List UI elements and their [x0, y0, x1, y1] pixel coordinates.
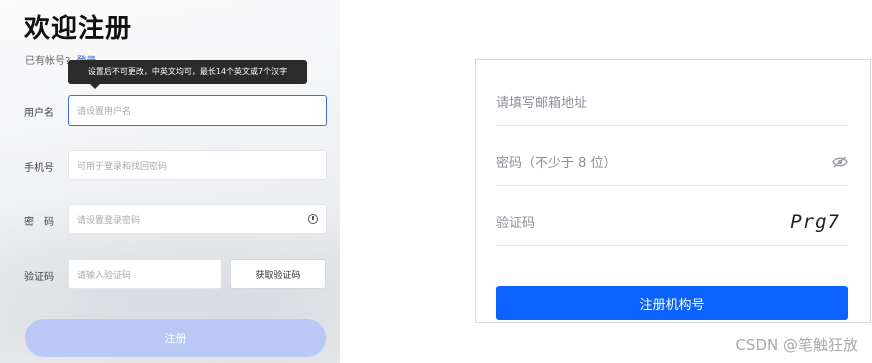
code-input[interactable]: 请输入验证码 [68, 259, 222, 289]
institution-registration-card: 请填写邮箱地址 密码（不少于 8 位） 验证码 Prg7 注册机构号 [475, 59, 871, 323]
watermark: CSDN @笔触狂放 [735, 336, 858, 354]
code-placeholder: 请输入验证码 [77, 270, 132, 281]
captcha-field[interactable]: 验证码 Prg7 [496, 198, 848, 246]
username-label: 用户名 [24, 108, 54, 119]
password-placeholder: 请设置登录密码 [77, 215, 141, 226]
password-field-placeholder: 密码（不少于 8 位） [496, 156, 617, 171]
phone-input[interactable]: 可用于登录和找回密码 [68, 150, 327, 180]
username-placeholder: 请设置用户名 [77, 107, 132, 117]
code-label: 验证码 [24, 272, 54, 283]
email-field[interactable]: 请填写邮箱地址 [496, 78, 848, 126]
username-tooltip: 设置后不可更改，中英文均可，最长14个英文或7个汉字 [68, 60, 307, 89]
register-submit-button[interactable]: 注册 [25, 319, 326, 357]
left-registration-panel: 欢迎注册 已有帐号?登录 设置后不可更改，中英文均可，最长14个英文或7个汉字 … [0, 0, 340, 363]
page-title: 欢迎注册 [24, 14, 133, 44]
password-input[interactable]: 请设置登录密码 [68, 204, 327, 234]
has-account-text: 已有帐号? [25, 56, 71, 67]
get-code-button[interactable]: 获取验证码 [230, 259, 326, 289]
password-visibility-icon[interactable] [308, 214, 318, 224]
username-input[interactable]: 请设置用户名 [68, 95, 327, 126]
eye-off-icon[interactable] [832, 155, 848, 168]
email-placeholder: 请填写邮箱地址 [496, 96, 588, 111]
password-label: 密 码 [24, 217, 54, 228]
register-institution-button[interactable]: 注册机构号 [496, 286, 848, 320]
captcha-placeholder: 验证码 [496, 216, 536, 231]
password-field[interactable]: 密码（不少于 8 位） [496, 138, 848, 186]
phone-label: 手机号 [24, 163, 54, 174]
phone-placeholder: 可用于登录和找回密码 [77, 161, 168, 172]
captcha-image[interactable]: Prg7 [790, 211, 840, 233]
